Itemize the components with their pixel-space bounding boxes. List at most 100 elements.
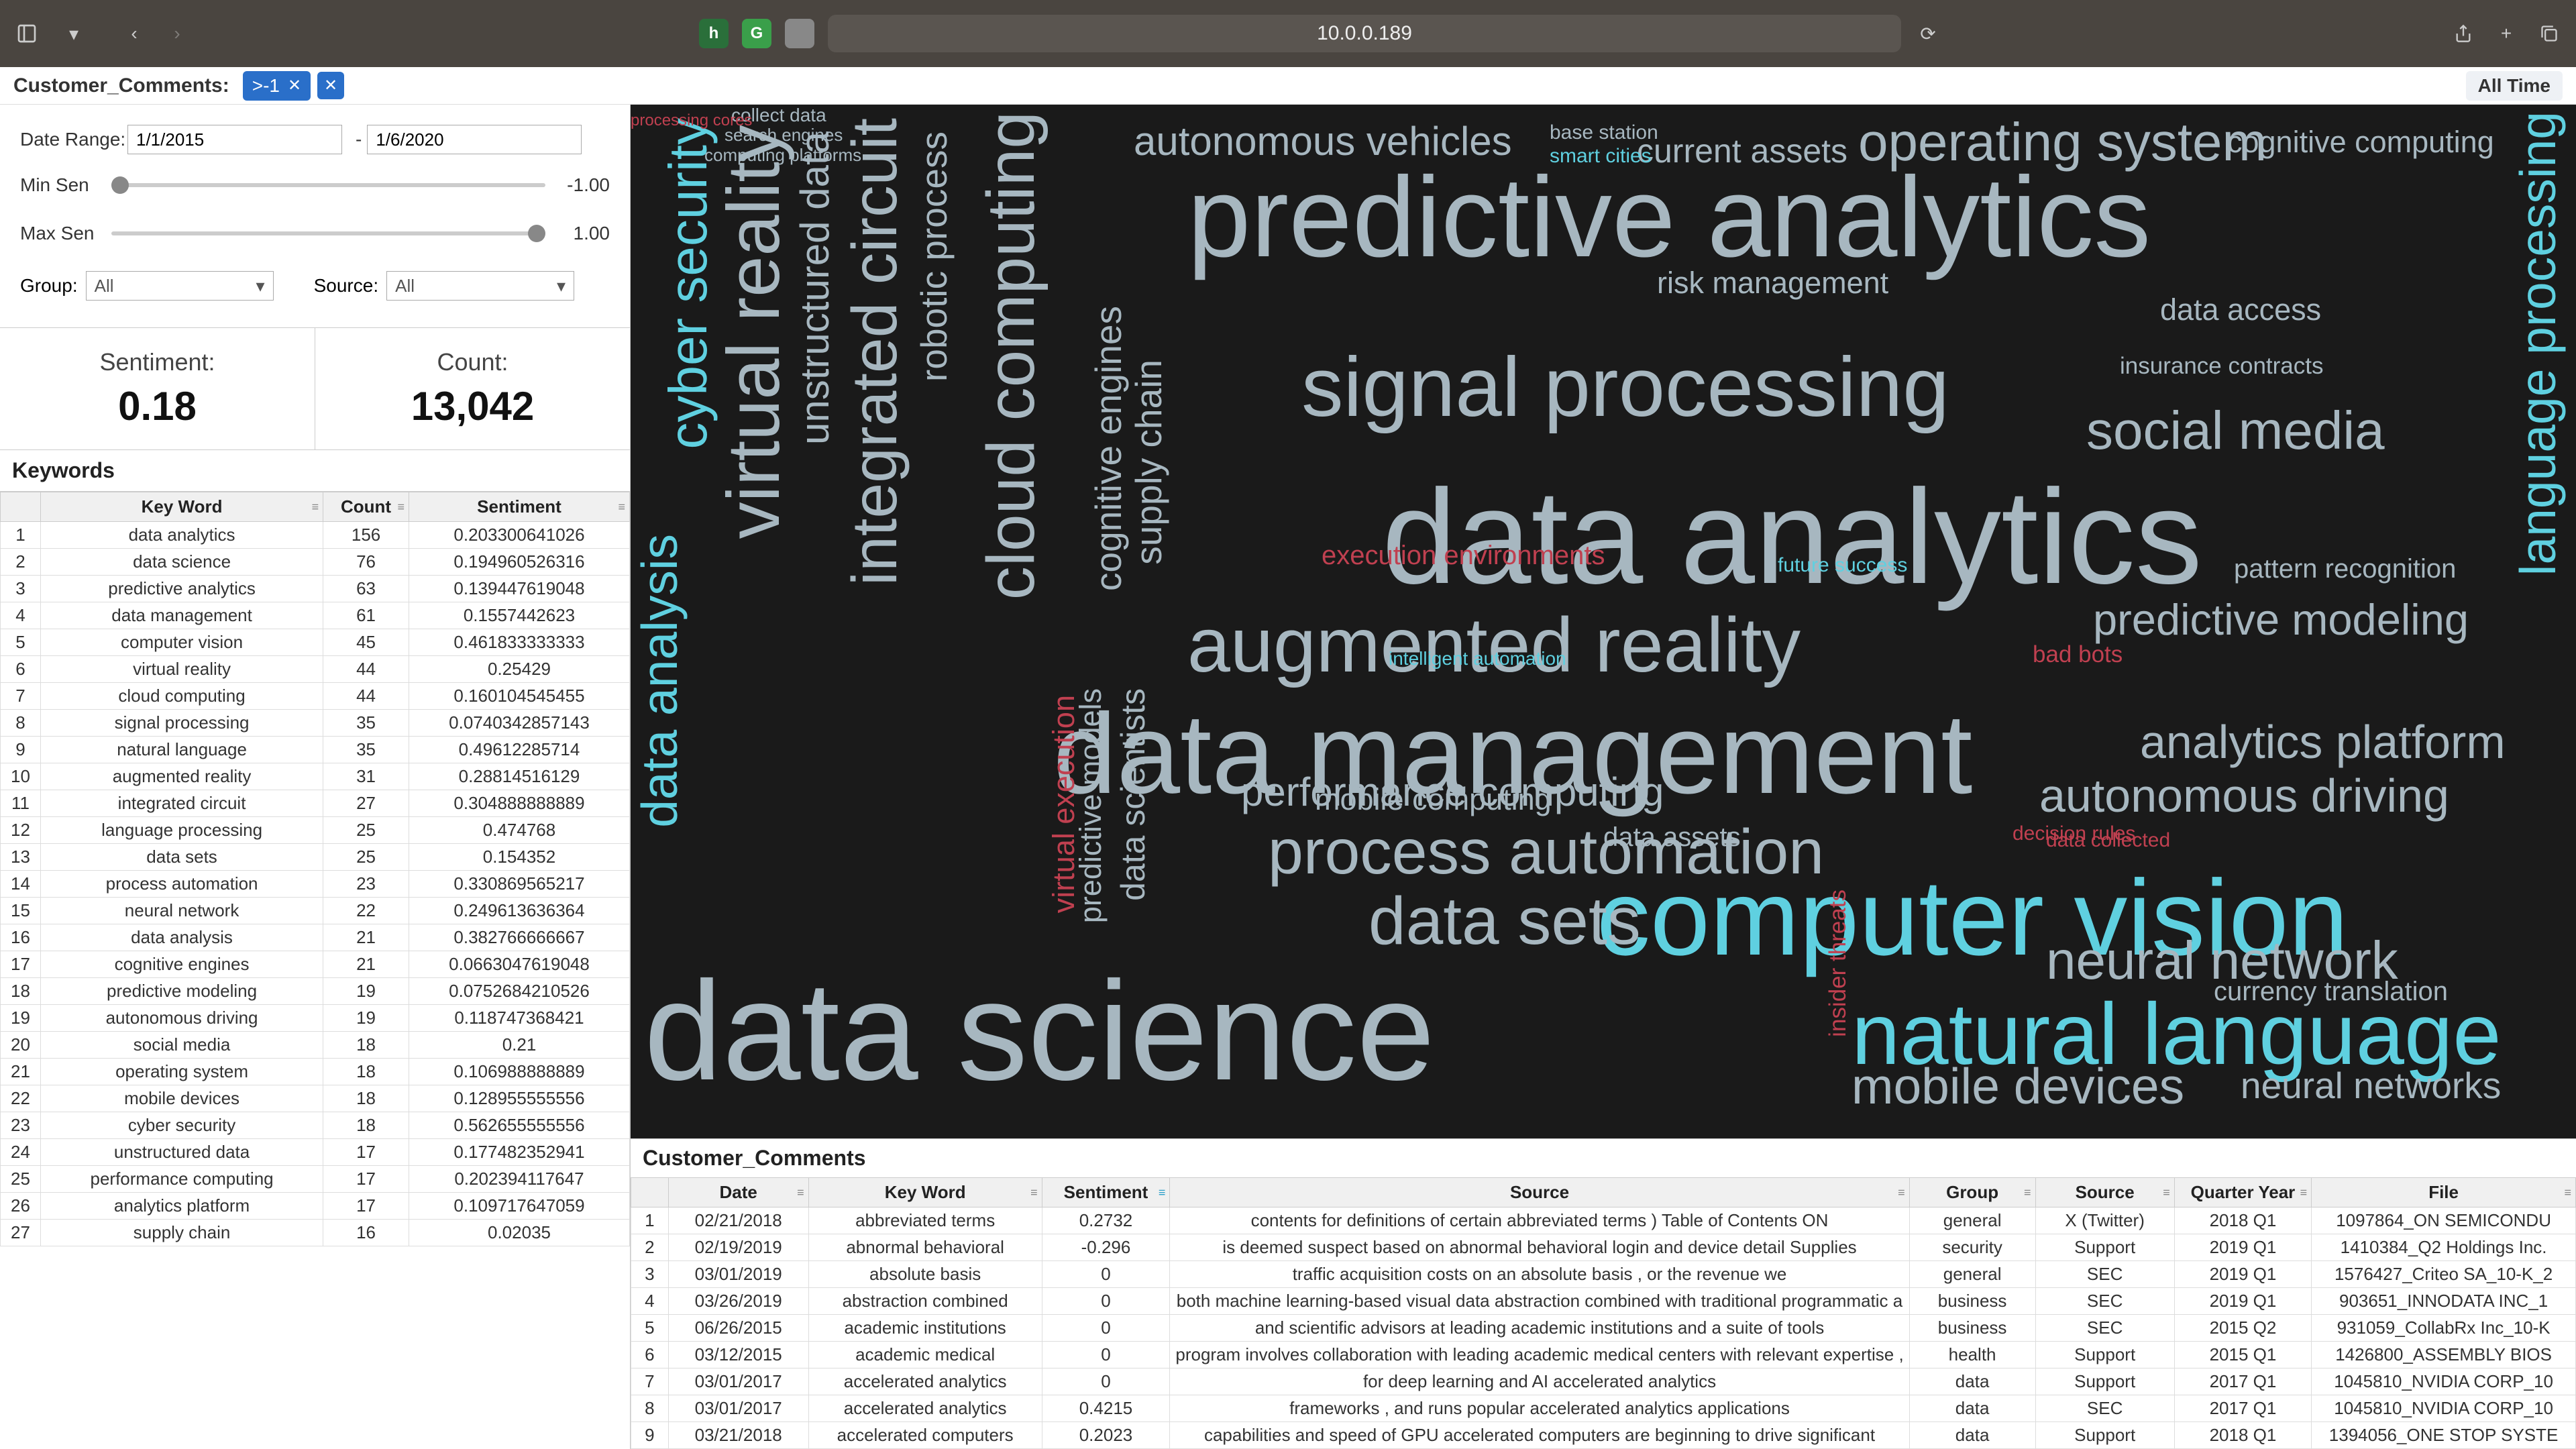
table-row[interactable]: 3predictive analytics630.139447619048: [1, 576, 630, 602]
col-count[interactable]: Count≡: [323, 492, 409, 522]
table-row[interactable]: 603/12/2015academic medical0program invo…: [631, 1342, 2576, 1368]
table-row[interactable]: 303/01/2019absolute basis0traffic acquis…: [631, 1261, 2576, 1288]
share-icon[interactable]: [2450, 20, 2477, 47]
filter-icon[interactable]: ≡: [1898, 1185, 1905, 1199]
table-row[interactable]: 21operating system180.106988888889: [1, 1059, 630, 1085]
filter-icon[interactable]: ≡: [2300, 1185, 2308, 1199]
filter-icon[interactable]: ≡: [2163, 1185, 2170, 1199]
wc-word[interactable]: robotic process: [912, 131, 955, 382]
table-row[interactable]: 17cognitive engines210.0663047619048: [1, 951, 630, 978]
wc-word[interactable]: neural networks: [2241, 1064, 2501, 1107]
table-row[interactable]: 14process automation230.330869565217: [1, 871, 630, 898]
table-row[interactable]: 19autonomous driving190.118747368421: [1, 1005, 630, 1032]
wc-word[interactable]: data analysis: [631, 534, 688, 828]
filter-icon[interactable]: ≡: [1159, 1185, 1166, 1199]
table-row[interactable]: 506/26/2015academic institutions0and sci…: [631, 1315, 2576, 1342]
wc-word[interactable]: mobile computing: [1315, 782, 1552, 817]
table-row[interactable]: 18predictive modeling190.0752684210526: [1, 978, 630, 1005]
table-row[interactable]: 12language processing250.474768: [1, 817, 630, 844]
wc-word[interactable]: virtual execution: [1046, 695, 1081, 913]
wc-word[interactable]: virtual reality: [711, 125, 796, 539]
wc-word[interactable]: data sets: [1368, 883, 1641, 960]
table-row[interactable]: 903/21/2018accelerated computers0.2023ca…: [631, 1422, 2576, 1449]
sidebar-toggle-icon[interactable]: [13, 20, 40, 47]
table-row[interactable]: 2data science760.194960526316: [1, 549, 630, 576]
wc-word[interactable]: unstructured data: [792, 131, 838, 445]
wc-word[interactable]: pattern recognition: [2234, 554, 2456, 584]
wc-word[interactable]: data scientists: [1114, 688, 1152, 901]
wc-word[interactable]: cognitive engines: [1087, 306, 1130, 591]
wc-word[interactable]: integrated circuit: [839, 118, 912, 586]
col-sentiment[interactable]: Sentiment≡: [1042, 1178, 1170, 1208]
wc-word[interactable]: bad bots: [2033, 641, 2123, 668]
table-row[interactable]: 13data sets250.154352: [1, 844, 630, 871]
date-to-input[interactable]: [367, 125, 582, 154]
wc-word[interactable]: risk management: [1657, 266, 1888, 301]
table-row[interactable]: 11integrated circuit270.304888888889: [1, 790, 630, 817]
new-tab-icon[interactable]: +: [2493, 20, 2520, 47]
wc-word[interactable]: cloud computing: [973, 111, 1050, 600]
wc-word[interactable]: process automation: [1268, 816, 1824, 889]
wc-word[interactable]: predictive modeling: [2093, 594, 2469, 645]
wc-word[interactable]: data analytics: [1382, 460, 2202, 614]
table-row[interactable]: 26analytics platform170.109717647059: [1, 1193, 630, 1220]
filter-icon[interactable]: ≡: [618, 500, 625, 514]
table-row[interactable]: 25performance computing170.202394117647: [1, 1166, 630, 1193]
grammarly-ext-icon[interactable]: G: [742, 19, 771, 48]
wc-word[interactable]: data science: [644, 950, 1435, 1112]
ext-icon-3[interactable]: [785, 19, 814, 48]
comments-grid[interactable]: Date≡ Key Word≡ Sentiment≡ Source≡ Group…: [631, 1177, 2576, 1449]
date-from-input[interactable]: [127, 125, 342, 154]
table-row[interactable]: 20social media180.21: [1, 1032, 630, 1059]
wc-word[interactable]: cognitive computing: [2227, 125, 2494, 160]
table-row[interactable]: 15neural network220.249613636364: [1, 898, 630, 924]
filter-chip-sentiment[interactable]: >-1 ✕: [243, 71, 311, 101]
table-row[interactable]: 22mobile devices180.128955555556: [1, 1085, 630, 1112]
wc-word[interactable]: execution environments: [1322, 541, 1605, 571]
wc-word[interactable]: operating system: [1858, 111, 2267, 173]
close-icon[interactable]: ✕: [288, 76, 301, 95]
filter-icon[interactable]: ≡: [397, 500, 405, 514]
table-row[interactable]: 4data management610.1557442623: [1, 602, 630, 629]
col-quarter[interactable]: Quarter Year≡: [2174, 1178, 2311, 1208]
honey-ext-icon[interactable]: h: [699, 19, 729, 48]
tabs-icon[interactable]: [2536, 20, 2563, 47]
col-file[interactable]: File≡: [2312, 1178, 2576, 1208]
col-sentiment[interactable]: Sentiment≡: [409, 492, 629, 522]
wc-word[interactable]: current assets: [1637, 131, 1847, 170]
table-row[interactable]: 23cyber security180.562655555556: [1, 1112, 630, 1139]
col-source-name[interactable]: Source≡: [2035, 1178, 2174, 1208]
timerange-badge[interactable]: All Time: [2466, 71, 2563, 101]
col-keyword[interactable]: Key Word≡: [808, 1178, 1042, 1208]
wc-word[interactable]: supply chain: [1127, 360, 1170, 565]
table-row[interactable]: 8signal processing350.0740342857143: [1, 710, 630, 737]
wc-word[interactable]: data assets: [1603, 822, 1741, 853]
wc-word[interactable]: cyber security: [657, 118, 719, 449]
wc-word[interactable]: intelligent automation: [1389, 648, 1566, 669]
filter-chip-clear[interactable]: ✕: [317, 72, 344, 99]
wc-word[interactable]: insider threats: [1825, 890, 1851, 1037]
wc-word[interactable]: future success: [1778, 554, 1907, 577]
max-sen-slider[interactable]: [111, 231, 545, 235]
table-row[interactable]: 403/26/2019abstraction combined0both mac…: [631, 1288, 2576, 1315]
wc-word[interactable]: insurance contracts: [2120, 353, 2323, 380]
keywords-grid[interactable]: Key Word≡ Count≡ Sentiment≡ 1data analyt…: [0, 491, 630, 1449]
table-row[interactable]: 5computer vision450.461833333333: [1, 629, 630, 656]
wc-word[interactable]: data access: [2160, 292, 2321, 327]
table-row[interactable]: 10augmented reality310.28814516129: [1, 763, 630, 790]
wc-word[interactable]: computing platforms: [704, 145, 861, 166]
wordcloud[interactable]: predictive analytics data analytics data…: [631, 105, 2576, 1138]
table-row[interactable]: 24unstructured data170.177482352941: [1, 1139, 630, 1166]
table-row[interactable]: 1data analytics1560.203300641026: [1, 522, 630, 549]
filter-icon[interactable]: ≡: [312, 500, 319, 514]
group-select[interactable]: All▾: [86, 271, 274, 301]
table-row[interactable]: 703/01/2017accelerated analytics0for dee…: [631, 1368, 2576, 1395]
wc-word[interactable]: autonomous vehicles: [1134, 118, 1512, 164]
wc-word[interactable]: signal processing: [1301, 339, 1949, 435]
table-row[interactable]: 6virtual reality440.25429: [1, 656, 630, 683]
wc-word[interactable]: currency translation: [2214, 977, 2448, 1007]
wc-word[interactable]: processing cores: [631, 111, 752, 130]
filter-icon[interactable]: ≡: [797, 1185, 804, 1199]
col-date[interactable]: Date≡: [668, 1178, 808, 1208]
table-row[interactable]: 7cloud computing440.160104545455: [1, 683, 630, 710]
